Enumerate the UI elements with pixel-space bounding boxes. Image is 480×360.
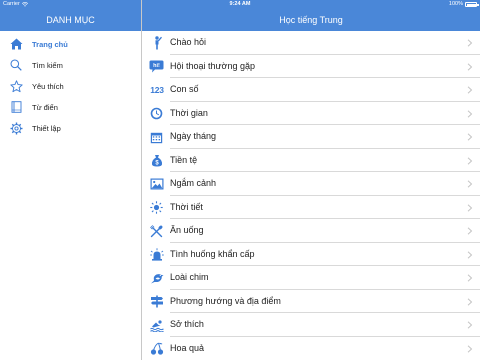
list-item-time[interactable]: Thời gian	[142, 102, 480, 125]
list-item-hobbies[interactable]: Sở thích	[142, 313, 480, 337]
speech-bubble-icon: hi!	[149, 59, 164, 74]
list-item-label: Hoa quả	[170, 342, 205, 353]
book-icon	[9, 100, 23, 114]
sidebar-title: DANH MỤC	[0, 9, 141, 31]
sidebar-item-home[interactable]: Trang chủ	[0, 34, 141, 54]
siren-icon	[149, 247, 164, 262]
battery-indicator: 100%	[448, 0, 479, 9]
search-icon	[9, 58, 23, 72]
list-item-directions[interactable]: Phương hướng và địa điểm	[142, 290, 480, 313]
chevron-right-icon	[467, 274, 473, 282]
utensils-icon	[149, 224, 164, 239]
list-item-label: Chào hỏi	[170, 37, 207, 47]
list-item-emergency[interactable]: Tình huống khẩn cấp	[142, 243, 480, 266]
chevron-right-icon	[467, 62, 473, 71]
list-item-label: Loài chim	[170, 272, 209, 282]
speech-bubble-text: hi!	[153, 63, 160, 69]
status-bar: Carrier 9:24 AM 100%	[0, 0, 480, 9]
sidebar-item-label: Từ điển	[32, 102, 58, 112]
swimmer-icon	[149, 318, 164, 333]
chevron-right-icon	[467, 297, 473, 306]
list-item-label: Hội thoại thường gặp	[170, 60, 255, 71]
chevron-right-icon	[467, 344, 473, 353]
battery-icon	[465, 2, 479, 7]
sidebar-item-favorites[interactable]: Yêu thích	[0, 76, 141, 96]
gear-icon	[9, 121, 23, 135]
money-bag-icon: $	[149, 153, 164, 168]
list-item-birds[interactable]: Loài chim	[142, 266, 480, 290]
list-item-fruits[interactable]: Hoa quả	[142, 337, 480, 360]
sidebar-item-label: Thiết lập	[32, 123, 61, 133]
cherries-icon	[149, 341, 164, 356]
list-item-label: Tình huống khẩn cấp	[170, 248, 255, 259]
signpost-icon	[149, 294, 164, 309]
chevron-right-icon	[467, 133, 473, 141]
sidebar-item-dictionary[interactable]: Từ điển	[0, 97, 141, 117]
landscape-picture-icon	[149, 177, 164, 192]
list-item-dining[interactable]: Ăn uống	[142, 219, 480, 243]
chevron-right-icon	[467, 180, 473, 188]
list-item-label: Thời gian	[170, 107, 208, 118]
list-item-label: Thời tiết	[170, 201, 203, 212]
sidebar-item-label: Yêu thích	[32, 81, 64, 91]
chevron-right-icon	[467, 250, 473, 259]
page-title: Học tiếng Trung	[142, 9, 480, 31]
sidebar: Trang chủ Tìm kiếm Yêu thích Từ điển Thi…	[0, 31, 141, 360]
bird-icon	[149, 271, 164, 286]
sun-icon	[149, 200, 164, 215]
list-item-numbers[interactable]: 123 Con số	[142, 78, 480, 102]
chevron-right-icon	[467, 227, 473, 235]
list-item-label: Sở thích	[170, 319, 204, 329]
chevron-right-icon	[467, 86, 473, 94]
chevron-right-icon	[467, 156, 473, 165]
sidebar-item-settings[interactable]: Thiết lập	[0, 118, 141, 138]
sidebar-item-label: Tìm kiếm	[32, 60, 63, 70]
list-item-label: Tiền tệ	[170, 154, 198, 165]
clock-time: 9:24 AM	[229, 1, 251, 7]
list-item-dates[interactable]: Ngày tháng	[142, 125, 480, 149]
chevron-right-icon	[467, 39, 473, 47]
numbers-icon: 123	[150, 85, 164, 95]
calendar-icon	[149, 130, 164, 145]
chevron-right-icon	[467, 109, 473, 118]
category-list[interactable]: Chào hỏi hi! Hội thoại thường gặp 123 Co…	[142, 31, 480, 360]
list-item-label: Con số	[170, 84, 199, 94]
star-icon	[9, 79, 23, 93]
list-item-label: Phương hướng và địa điểm	[170, 295, 281, 306]
battery-percent: 100%	[448, 1, 463, 7]
sidebar-item-search[interactable]: Tìm kiếm	[0, 55, 141, 75]
home-icon	[9, 37, 23, 51]
list-item-currency[interactable]: $ Tiền tệ	[142, 149, 480, 172]
list-item-sightseeing[interactable]: Ngắm cảnh	[142, 172, 480, 196]
clock-icon	[149, 106, 164, 121]
person-waving-icon	[149, 36, 164, 51]
chevron-right-icon	[467, 321, 473, 329]
sidebar-item-label: Trang chủ	[32, 39, 68, 49]
chevron-right-icon	[467, 203, 473, 212]
list-item-label: Ngắm cảnh	[170, 178, 217, 188]
list-item-label: Ngày tháng	[170, 131, 217, 141]
list-item-conversation[interactable]: hi! Hội thoại thường gặp	[142, 55, 480, 78]
list-item-label: Ăn uống	[170, 225, 204, 235]
list-item-greetings[interactable]: Chào hỏi	[142, 31, 480, 55]
list-item-weather[interactable]: Thời tiết	[142, 196, 480, 219]
